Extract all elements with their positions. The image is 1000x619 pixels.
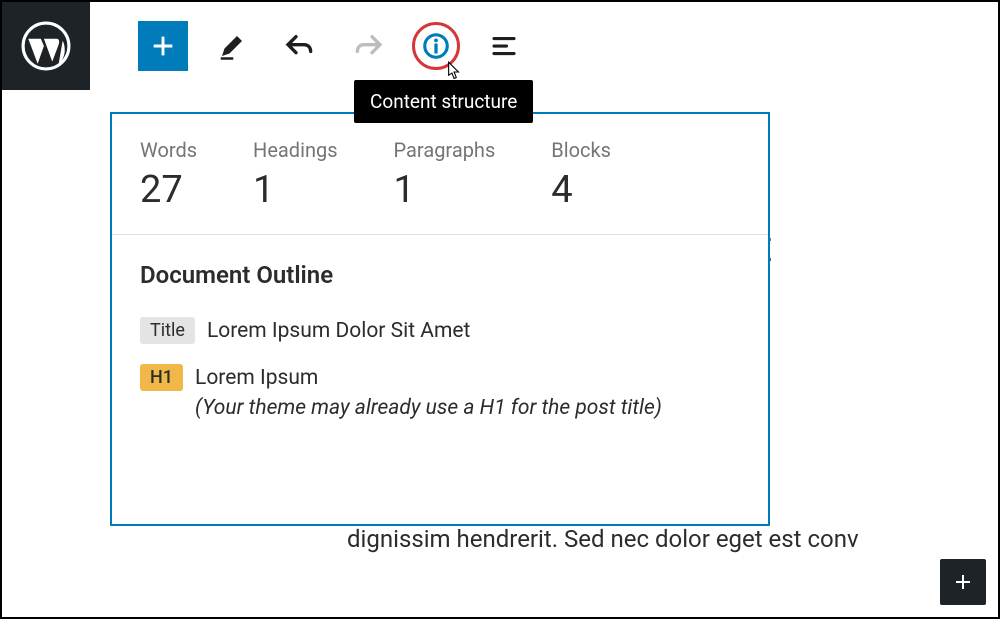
- stat-value: 4: [551, 168, 611, 212]
- wordpress-logo[interactable]: [2, 2, 90, 90]
- redo-button[interactable]: [344, 22, 392, 70]
- undo-button[interactable]: [276, 22, 324, 70]
- editor-toolbar: [90, 21, 528, 71]
- tooltip: Content structure: [354, 80, 533, 123]
- stat-paragraphs: Paragraphs 1: [394, 138, 496, 212]
- stat-value: 1: [394, 168, 496, 212]
- content-structure-popover: Words 27 Headings 1 Paragraphs 1 Blocks …: [110, 112, 770, 526]
- block-navigation-button[interactable]: [480, 22, 528, 70]
- highlight-circle-icon: [412, 22, 460, 70]
- title-badge: Title: [140, 317, 195, 344]
- edit-tool-button[interactable]: [208, 22, 256, 70]
- stat-blocks: Blocks 4: [551, 138, 611, 212]
- stat-value: 1: [253, 168, 338, 212]
- para-line: dignissim hendrerit. Sed nec dolor eget …: [347, 525, 859, 553]
- outline-item-h1[interactable]: H1 Lorem Ipsum (Your theme may already u…: [140, 364, 740, 423]
- stat-label: Paragraphs: [394, 138, 496, 162]
- editor-header: [2, 2, 998, 90]
- outline-item-title[interactable]: Title Lorem Ipsum Dolor Sit Amet: [140, 317, 740, 346]
- stat-words: Words 27: [140, 138, 197, 212]
- stat-value: 27: [140, 168, 197, 212]
- add-block-button[interactable]: [138, 21, 188, 71]
- outline-heading: Document Outline: [140, 261, 740, 289]
- outline-item-label: Lorem Ipsum (Your theme may already use …: [195, 364, 662, 423]
- outline-h1-text: Lorem Ipsum: [195, 366, 318, 390]
- h1-badge: H1: [140, 364, 183, 391]
- outline-h1-warning: (Your theme may already use a H1 for the…: [195, 394, 662, 423]
- stat-label: Blocks: [551, 138, 611, 162]
- outline-item-label: Lorem Ipsum Dolor Sit Amet: [207, 317, 470, 346]
- content-structure-button[interactable]: [412, 22, 460, 70]
- document-outline: Document Outline Title Lorem Ipsum Dolor…: [112, 235, 768, 467]
- insert-block-fab[interactable]: [940, 559, 986, 605]
- stats-row: Words 27 Headings 1 Paragraphs 1 Blocks …: [112, 114, 768, 235]
- stat-label: Words: [140, 138, 197, 162]
- stat-label: Headings: [253, 138, 338, 162]
- plus-icon: [951, 570, 975, 594]
- stat-headings: Headings 1: [253, 138, 338, 212]
